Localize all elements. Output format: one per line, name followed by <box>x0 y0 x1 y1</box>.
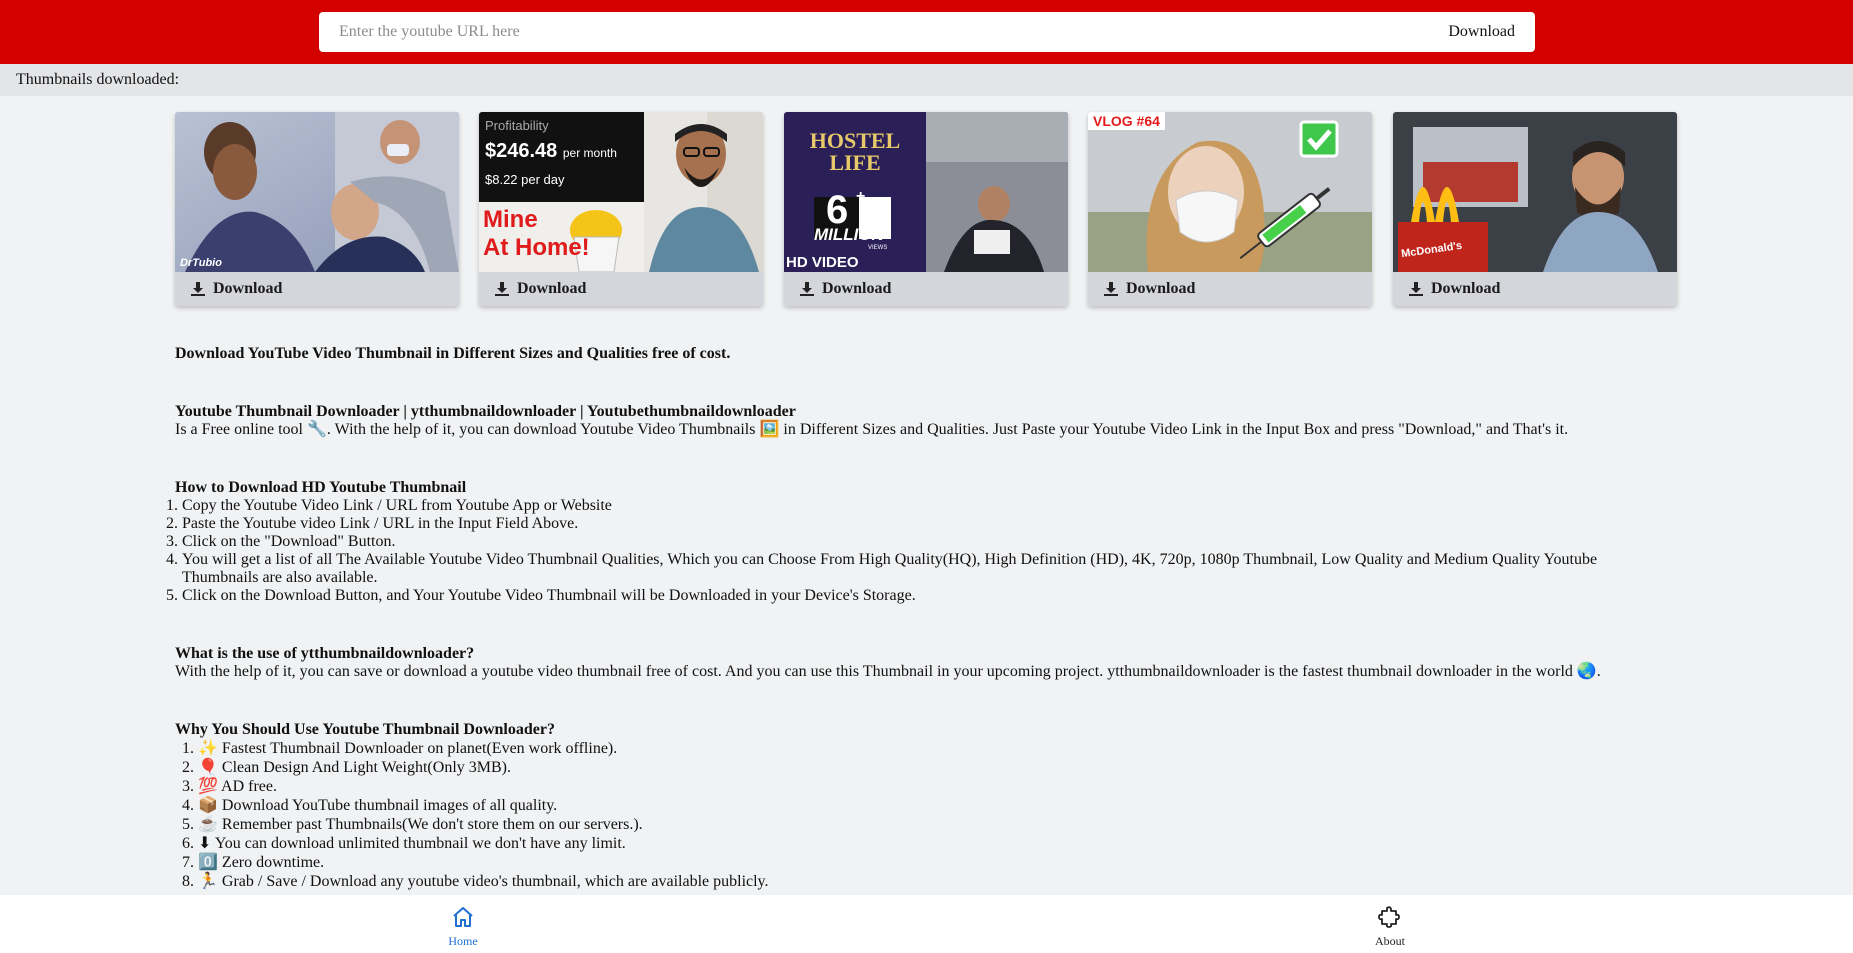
downloaded-label: Thumbnails downloaded: <box>16 71 180 88</box>
download-icon <box>1104 282 1118 296</box>
thumbnail-vlog-label: VLOG #64 <box>1088 112 1165 130</box>
thumbnail-card: DrTubio Download <box>175 112 459 306</box>
list-item: Click on the Download Button, and Your Y… <box>182 587 1615 605</box>
thumbnail-card: HOSTEL LIFE 6 + MILLION VIEWS HD VIDEO D… <box>784 112 1068 306</box>
use-text: With the help of it, you can save or dow… <box>175 663 1601 680</box>
intro-section: Download YouTube Video Thumbnail in Diff… <box>175 345 1615 363</box>
intro-heading: Download YouTube Video Thumbnail in Diff… <box>175 345 731 362</box>
header-bar: Download <box>0 0 1853 64</box>
download-icon <box>495 282 509 296</box>
list-item: Click on the "Download" Button. <box>182 533 1615 551</box>
thumbnail-download-label: Download <box>1431 280 1501 297</box>
downloaded-bar: Thumbnails downloaded: <box>0 64 1853 96</box>
article: Download YouTube Video Thumbnail in Diff… <box>175 345 1615 931</box>
download-button[interactable]: Download <box>1448 12 1515 52</box>
nav-home-label: Home <box>448 934 478 948</box>
nav-about-label: About <box>1375 934 1405 948</box>
home-icon <box>453 907 473 927</box>
thumbnail-image[interactable]: HOSTEL LIFE 6 + MILLION VIEWS HD VIDEO <box>784 112 1068 272</box>
thumbnail-image[interactable]: Profitability $246.48 per month $8.22 pe… <box>479 112 763 272</box>
use-section: What is the use of ytthumbnaildownloader… <box>175 645 1615 681</box>
thumbnail-image[interactable]: DrTubio <box>175 112 459 272</box>
thumbnail-caption: DrTubio <box>180 257 222 269</box>
thumbnail-price: $246.48 <box>485 140 558 162</box>
puzzle-icon <box>1378 906 1400 928</box>
why-list: ✨ Fastest Thumbnail Downloader on planet… <box>175 739 1615 891</box>
howto-heading: How to Download HD Youtube Thumbnail <box>175 479 467 496</box>
nav-about[interactable]: About <box>1350 905 1430 949</box>
thumbnail-download-button[interactable]: Download <box>1088 272 1372 306</box>
list-item: 💯 AD free. <box>182 777 1615 796</box>
about-heading: Youtube Thumbnail Downloader | ytthumbna… <box>175 403 796 420</box>
list-item: Paste the Youtube video Link / URL in th… <box>182 515 1615 533</box>
thumbnail-million: MILLION <box>814 225 884 244</box>
list-item: ✨ Fastest Thumbnail Downloader on planet… <box>182 739 1615 758</box>
thumbnail-caption: Profitability <box>485 118 549 133</box>
download-icon <box>191 282 205 296</box>
thumbnail-download-button[interactable]: Download <box>1393 272 1677 306</box>
howto-section: How to Download HD Youtube Thumbnail Cop… <box>175 479 1615 605</box>
use-heading: What is the use of ytthumbnaildownloader… <box>175 645 475 662</box>
thumbnail-line2: At Home! <box>483 234 590 261</box>
thumbnail-price-unit: per month <box>562 146 617 160</box>
thumbnail-image[interactable]: VLOG #64 <box>1088 112 1372 272</box>
thumbnail-download-button[interactable]: Download <box>479 272 763 306</box>
download-icon <box>1409 282 1423 296</box>
list-item: Copy the Youtube Video Link / URL from Y… <box>182 497 1615 515</box>
thumbnail-download-button[interactable]: Download <box>175 272 459 306</box>
list-item: 0️⃣ Zero downtime. <box>182 853 1615 872</box>
download-icon <box>800 282 814 296</box>
thumbnail-card: VLOG #64 Download <box>1088 112 1372 306</box>
list-item: 🏃 Grab / Save / Download any youtube vid… <box>182 872 1615 891</box>
bottom-navigation: Home About <box>0 895 1853 953</box>
thumbnail-download-label: Download <box>1126 280 1196 297</box>
thumbnail-download-button[interactable]: Download <box>784 272 1068 306</box>
about-section: Youtube Thumbnail Downloader | ytthumbna… <box>175 403 1615 439</box>
list-item: ☕ Remember past Thumbnails(We don't stor… <box>182 815 1615 834</box>
thumbnail-line1: Mine <box>483 206 538 233</box>
search-box: Download <box>319 12 1535 52</box>
thumbnail-title2: LIFE <box>829 150 881 175</box>
thumbnail-hd-label: HD VIDEO <box>786 254 859 271</box>
thumbnail-views: VIEWS <box>868 245 888 251</box>
thumbnail-grid: DrTubio Download Profitability $246.48 p… <box>175 112 1678 306</box>
thumbnail-card: McDonald's Download <box>1393 112 1677 306</box>
thumbnail-download-label: Download <box>213 280 283 297</box>
list-item: 🎈 Clean Design And Light Weight(Only 3MB… <box>182 758 1615 777</box>
thumbnail-per-day: $8.22 per day <box>485 172 565 187</box>
why-section: Why You Should Use Youtube Thumbnail Dow… <box>175 721 1615 891</box>
thumbnail-download-label: Download <box>822 280 892 297</box>
thumbnail-download-label: Download <box>517 280 587 297</box>
list-item: 📦 Download YouTube thumbnail images of a… <box>182 796 1615 815</box>
list-item: ⬇ You can download unlimited thumbnail w… <box>182 834 1615 853</box>
thumbnail-plus: + <box>856 188 866 205</box>
thumbnail-image[interactable]: McDonald's <box>1393 112 1677 272</box>
thumbnail-card: Profitability $246.48 per month $8.22 pe… <box>479 112 763 306</box>
nav-home[interactable]: Home <box>423 905 503 949</box>
why-heading: Why You Should Use Youtube Thumbnail Dow… <box>175 721 555 738</box>
list-item: You will get a list of all The Available… <box>182 551 1615 587</box>
url-input[interactable] <box>319 12 1499 52</box>
about-text: Is a Free online tool 🔧. With the help o… <box>175 421 1569 438</box>
howto-list: Copy the Youtube Video Link / URL from Y… <box>175 497 1615 605</box>
thumbnail-title1: HOSTEL <box>809 128 901 153</box>
